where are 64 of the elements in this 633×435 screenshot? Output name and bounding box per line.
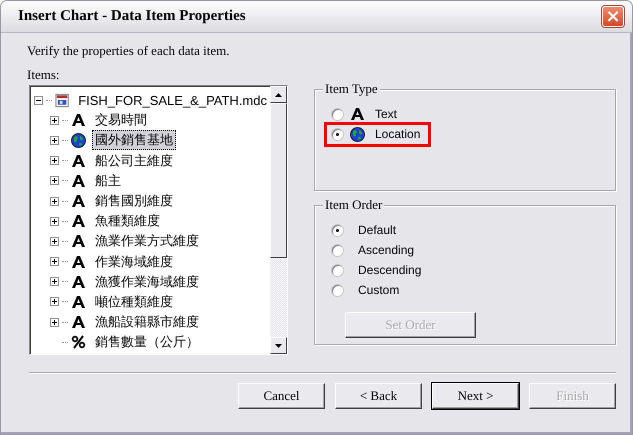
- tree-item[interactable]: 銷售數量（公斤）: [92, 332, 202, 352]
- radio-label: Descending: [358, 263, 422, 277]
- radio-label: Location: [375, 127, 420, 141]
- radio-label: Text: [375, 107, 398, 121]
- tree-item[interactable]: 銷售國別維度: [92, 191, 176, 212]
- radio-button[interactable]: [331, 128, 344, 140]
- scroll-down-button[interactable]: [270, 337, 287, 354]
- expand-toggle[interactable]: [50, 176, 59, 186]
- letter-a-icon: [71, 294, 86, 309]
- letter-a-icon: [71, 194, 86, 208]
- tree-item[interactable]: 國外銷售基地: [92, 130, 176, 150]
- tree-item[interactable]: 漁船設籍縣市維度: [92, 312, 202, 332]
- expand-toggle[interactable]: [50, 277, 59, 286]
- tree-item[interactable]: 交易時間: [92, 110, 150, 130]
- expand-toggle[interactable]: [50, 136, 59, 145]
- scrollbar[interactable]: [270, 86, 287, 354]
- letter-a-icon: [71, 214, 86, 228]
- letter-a-icon: [71, 315, 86, 330]
- radio-button[interactable]: [331, 284, 344, 296]
- expand-toggle[interactable]: [50, 236, 59, 246]
- tree-item[interactable]: 魚種類維度: [92, 211, 163, 232]
- globe-icon: [350, 126, 365, 142]
- radio-button[interactable]: [331, 108, 344, 120]
- tree-item[interactable]: 漁獲作業海域維度: [92, 272, 202, 292]
- expand-toggle[interactable]: [50, 156, 59, 166]
- letter-a-icon: [71, 234, 86, 248]
- expand-toggle[interactable]: [50, 318, 59, 327]
- instruction-text: Verify the properties of each data item.: [27, 43, 230, 60]
- radio-label: Custom: [358, 283, 400, 297]
- letter-a-icon: [71, 274, 86, 289]
- letter-a-icon: [71, 154, 86, 168]
- letter-a-icon: [71, 113, 86, 128]
- file-icon: [55, 92, 70, 108]
- expand-toggle[interactable]: [50, 196, 59, 206]
- expand-toggle[interactable]: [50, 116, 59, 125]
- dialog-button[interactable]: < Back: [335, 383, 422, 409]
- radio-label: Default: [358, 223, 396, 237]
- items-label: Items:: [27, 67, 60, 84]
- scroll-up-button[interactable]: [270, 86, 287, 103]
- radio-button[interactable]: [331, 224, 344, 236]
- radio-button[interactable]: [331, 244, 344, 256]
- expand-toggle[interactable]: [50, 297, 59, 306]
- window-title: Insert Chart - Data Item Properties: [18, 8, 246, 25]
- letter-a-icon: [71, 254, 86, 269]
- radio-label: Ascending: [358, 243, 414, 257]
- tree-item[interactable]: 作業海域維度: [92, 252, 176, 272]
- tree-item[interactable]: 噸位種類維度: [92, 292, 176, 312]
- collapse-toggle[interactable]: [34, 96, 43, 105]
- dialog-button[interactable]: Cancel: [238, 383, 325, 409]
- letter-a-icon: [71, 174, 86, 188]
- tree-item[interactable]: 船公司主維度: [92, 150, 176, 171]
- expand-toggle[interactable]: [50, 216, 59, 226]
- dialog-button[interactable]: Next >: [432, 383, 519, 409]
- globe-icon: [71, 132, 86, 148]
- expand-toggle[interactable]: [50, 257, 59, 266]
- down-arrow-icon: [275, 344, 282, 348]
- tree-item[interactable]: 漁業作業方式維度: [92, 231, 202, 252]
- scroll-thumb[interactable]: [270, 103, 287, 258]
- tree-item[interactable]: FISH_FOR_SALE_&_PATH.mdc: [75, 92, 270, 109]
- radio-button[interactable]: [331, 264, 344, 276]
- tree-item[interactable]: 船主: [92, 170, 124, 191]
- up-arrow-icon: [275, 92, 282, 96]
- letter-a-icon: [350, 107, 365, 121]
- percent-icon: [71, 335, 86, 350]
